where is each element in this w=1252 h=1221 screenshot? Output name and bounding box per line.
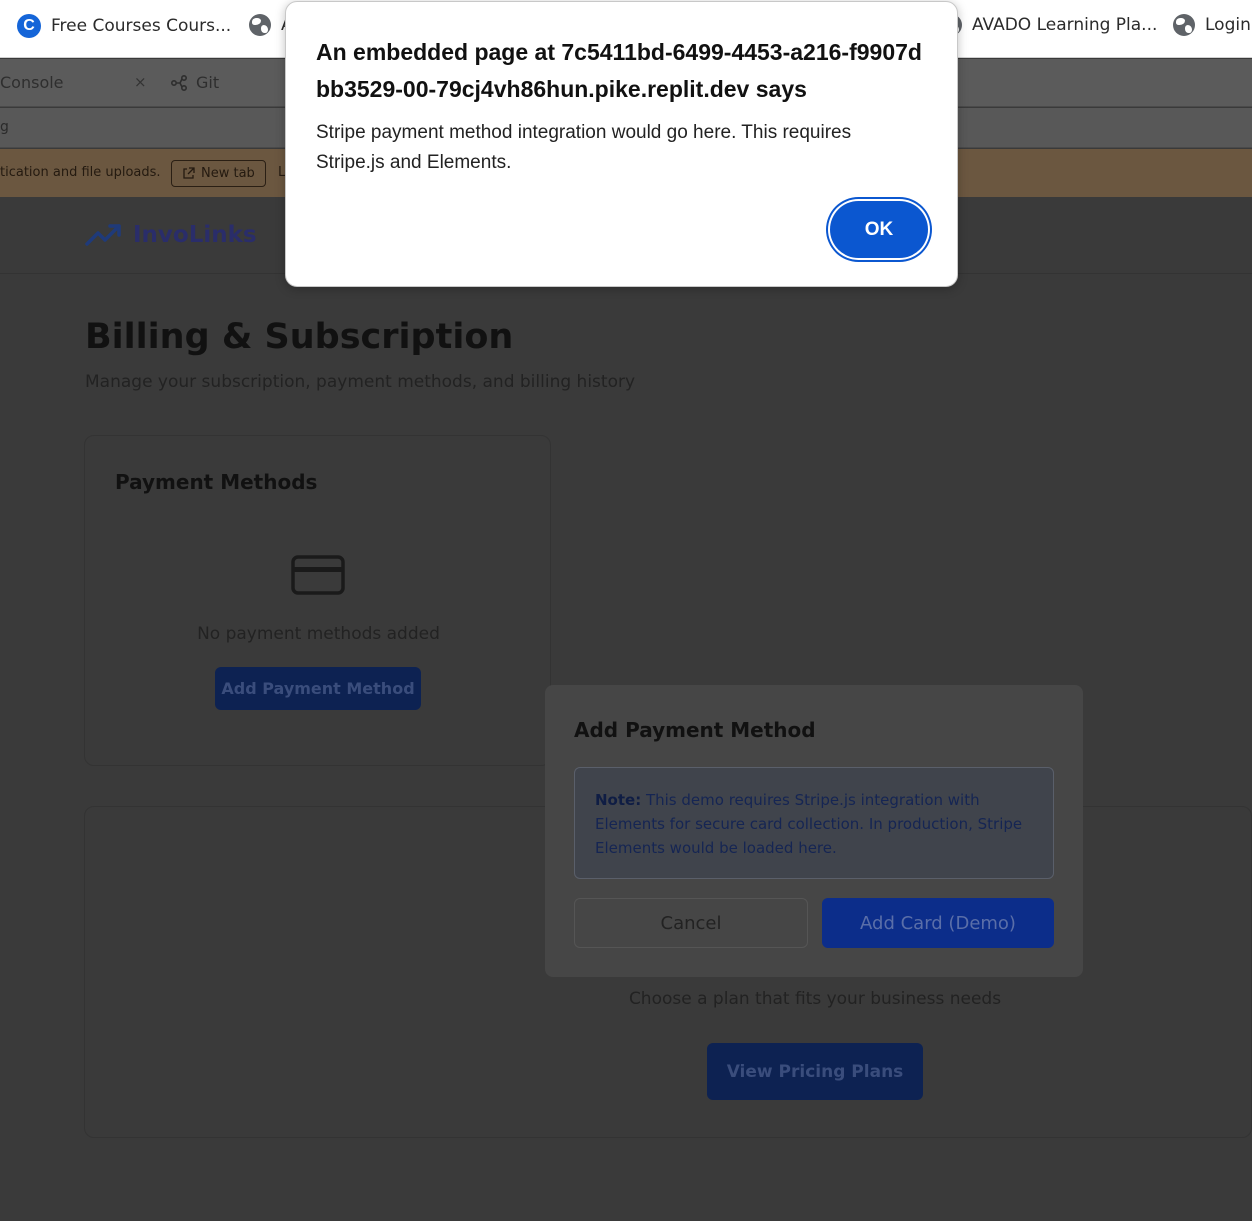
bookmark-login[interactable]: Login (1173, 14, 1251, 36)
bookmark-free-courses[interactable]: C Free Courses Cours... (17, 14, 231, 38)
close-icon[interactable]: × (134, 73, 147, 91)
alert-message: Stripe payment method integration would … (316, 122, 852, 173)
ok-button[interactable]: OK (830, 201, 928, 258)
add-card-button[interactable]: Add Card (Demo) (822, 898, 1054, 948)
browser-alert-dialog: An embedded page at 7c5411bd-6499-4453-a… (285, 1, 958, 287)
warning-message: tication and file uploads. (0, 165, 161, 180)
note-text: This demo requires Stripe.js integration… (595, 791, 1023, 857)
view-pricing-plans-button[interactable]: View Pricing Plans (707, 1043, 923, 1100)
brand-logo[interactable]: InvoLinks (85, 222, 257, 248)
globe-icon (249, 14, 271, 36)
bookmark-avado[interactable]: AVADO Learning Pla... (940, 14, 1157, 36)
modal-title: Add Payment Method (574, 718, 816, 742)
git-branch-icon (170, 74, 188, 91)
payment-methods-title: Payment Methods (115, 470, 318, 494)
payment-methods-card: Payment Methods No payment methods added… (84, 435, 551, 766)
tab-console[interactable]: Console (0, 73, 64, 92)
stripe-note: Note: This demo requires Stripe.js integ… (574, 767, 1054, 879)
brand-name: InvoLinks (133, 222, 257, 248)
page-title: Billing & Subscription (85, 317, 514, 357)
alert-title: An embedded page at 7c5411bd-6499-4453-a… (316, 39, 922, 102)
add-payment-method-button[interactable]: Add Payment Method (215, 667, 421, 710)
tab-console-label: Console (0, 73, 64, 92)
tab-git-label: Git (196, 73, 220, 92)
bookmark-label: AVADO Learning Pla... (972, 15, 1158, 35)
credit-card-icon (291, 555, 345, 595)
plan-description: Choose a plan that fits your business ne… (628, 989, 1002, 1009)
empty-state-text: No payment methods added (197, 624, 440, 644)
new-tab-label: New tab (201, 166, 255, 181)
bookmark-label: Free Courses Cours... (51, 16, 232, 36)
new-tab-button[interactable]: New tab (171, 160, 266, 187)
page-subtitle: Manage your subscription, payment method… (85, 372, 636, 392)
add-payment-method-modal: Add Payment Method Note: This demo requi… (545, 685, 1083, 977)
bookmark-label: Login (1205, 15, 1251, 35)
note-label: Note: (595, 791, 642, 809)
external-link-icon (183, 167, 195, 179)
cancel-button[interactable]: Cancel (574, 898, 808, 948)
c-logo-icon: C (17, 14, 41, 38)
url-text: g (0, 119, 9, 135)
tab-git[interactable]: Git (170, 73, 219, 92)
globe-icon (1173, 14, 1195, 36)
trending-up-icon (85, 224, 121, 246)
